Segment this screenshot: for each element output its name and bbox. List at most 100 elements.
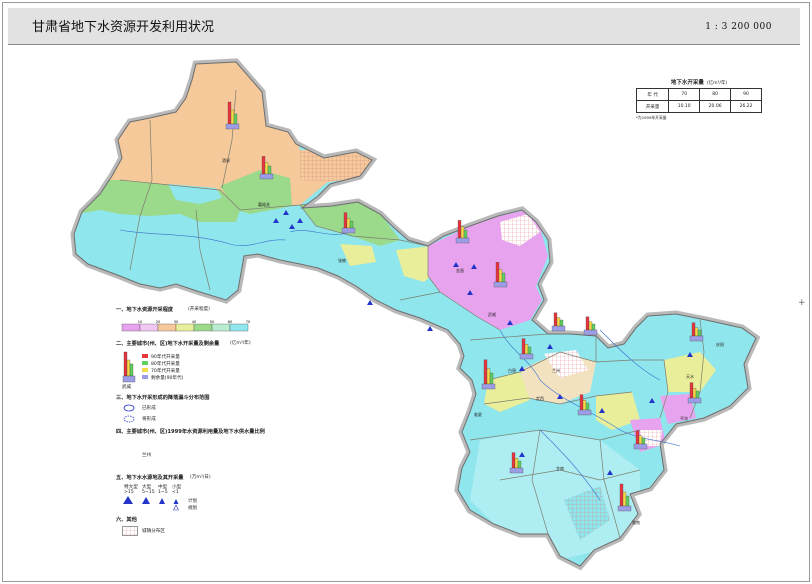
legend-s5-unit: (万m³/日)	[190, 475, 211, 480]
legend-ramp-tick: 10	[138, 320, 142, 324]
bar-segment	[460, 226, 465, 239]
legend-ramp-swatch	[139, 323, 159, 332]
bar-segment	[553, 312, 558, 327]
map-place-label: 张掖	[338, 257, 346, 263]
legend-s6-title: 六、其他	[116, 517, 137, 523]
bar-segment	[481, 383, 496, 390]
bar-segment	[687, 397, 702, 404]
legend-swatch	[142, 354, 148, 358]
legend-s6-item: 城镇分布区	[142, 529, 165, 534]
bar-segment	[514, 458, 519, 469]
table-note: *为1999年开采量	[636, 115, 667, 120]
legend-s2-item: 80年代开采量	[151, 362, 180, 367]
bar-segment	[489, 372, 494, 385]
city-bar-chart	[551, 312, 566, 332]
legend-s2-item: 70年代开采量	[151, 369, 180, 374]
bar-segment	[697, 329, 702, 337]
legend-s2-item: 90年代开采量	[151, 355, 180, 360]
bar-segment	[692, 388, 697, 399]
map-place-label: 甘南	[556, 465, 564, 471]
legend-ramp-swatch	[121, 323, 141, 332]
legend-swatch	[142, 375, 148, 379]
legend-funnel-symbols	[123, 404, 135, 423]
legend-ramp-tick: 60	[228, 320, 232, 324]
bar-segment	[259, 173, 274, 180]
table-row: 开采量 10.10 20.06 26.22	[635, 100, 762, 113]
legend-ramp-tick: 30	[174, 320, 178, 324]
map-place-label: 平凉	[680, 415, 688, 421]
table-cell: 年 代	[635, 88, 670, 101]
map-place-label: 白银	[508, 367, 516, 373]
legend-ramp-tick: 20	[156, 320, 160, 324]
table-unit: (亿m³/年)	[706, 81, 728, 86]
map-place-label: 临夏	[474, 411, 482, 417]
bar-segment	[577, 409, 592, 416]
bar-segment	[694, 327, 699, 337]
legend-ramp-swatch	[211, 323, 231, 332]
bar-segment	[625, 495, 630, 507]
map-place-label: 嘉峪关	[258, 201, 270, 207]
map-place-label: 天水	[686, 373, 694, 379]
bar-segment	[233, 113, 238, 125]
bar-segment	[509, 467, 524, 474]
bar-segment	[457, 220, 462, 239]
legend-swatch	[142, 361, 148, 365]
legend-ramp-swatch	[175, 323, 195, 332]
bar-segment	[341, 227, 356, 234]
bar-segment	[483, 359, 488, 385]
legend-s5-title: 五、地下水水源地及其开采量	[116, 475, 184, 481]
legend-ramp-tick: 70	[246, 320, 250, 324]
bar-segment	[455, 237, 470, 244]
legend-s1-title: 一、地下水资源开采程度	[116, 307, 174, 313]
legend-s3-item: 已形成	[142, 406, 156, 411]
bar-segment	[689, 382, 694, 399]
table-cell: 90	[730, 88, 762, 101]
map-place-label: 兰州	[552, 367, 560, 373]
bar-segment	[591, 323, 596, 331]
bar-segment	[638, 435, 643, 445]
table-cell: 70	[668, 88, 701, 101]
map-place-label: 酒泉	[222, 157, 230, 163]
bar-segment	[585, 316, 590, 331]
table-cell: 开采量	[635, 100, 670, 113]
legend-hatch-swatch	[122, 526, 138, 536]
bar-segment	[519, 353, 534, 360]
bar-segment	[641, 437, 646, 445]
bar-segment	[343, 212, 348, 229]
bar-segment	[633, 443, 648, 450]
bar-segment	[695, 390, 700, 399]
bar-segment	[585, 402, 590, 411]
map-legend: 一、地下水资源开采程度 (开采程度) 10 20 30 40 50 60 70 二、主要城市…	[116, 306, 296, 546]
table-cell: 26.22	[730, 100, 762, 113]
legend-ramp-swatch	[157, 323, 177, 332]
table-cell: 80	[699, 88, 732, 101]
bar-segment	[551, 325, 566, 332]
bar-segment	[486, 368, 491, 385]
legend-bar-sample	[122, 351, 136, 383]
bar-segment	[261, 156, 266, 175]
bar-segment	[635, 430, 640, 445]
map-place-label: 陇南	[632, 519, 640, 525]
legend-well-symbols	[123, 496, 179, 511]
legend-s3-item: 将形成	[142, 417, 156, 422]
map-place-label: 武威	[488, 311, 496, 317]
table-cell: 10.10	[668, 100, 701, 113]
legend-s2-item: 剩余量(90年代)	[151, 376, 184, 381]
bar-segment	[463, 229, 468, 239]
table-grid: 年 代 70 80 90 开采量 10.10 20.06 26.22	[635, 88, 762, 113]
legend-s1-unit: (开采程度)	[188, 307, 210, 312]
table-cell: 20.06	[699, 100, 732, 113]
bar-segment	[617, 505, 632, 512]
bar-segment	[524, 344, 529, 355]
map-place-label: 庆阳	[716, 341, 724, 347]
legend-ramp-swatch	[193, 323, 213, 332]
bar-segment	[267, 165, 272, 175]
map-place-label: 定西	[536, 395, 544, 401]
legend-ramp-tick: 40	[192, 320, 196, 324]
bar-segment	[493, 281, 508, 288]
legend-s2-sample: 武威	[122, 385, 132, 390]
extraction-table: 地下水开采量 (亿m³/年) 年 代 70 80 90 开采量 10.10 20.…	[635, 78, 762, 121]
bar-segment	[349, 220, 354, 229]
legend-s2-title: 二、主要城市(州、区)地下水开采量及剩余量	[116, 341, 220, 347]
bar-segment	[511, 452, 516, 469]
